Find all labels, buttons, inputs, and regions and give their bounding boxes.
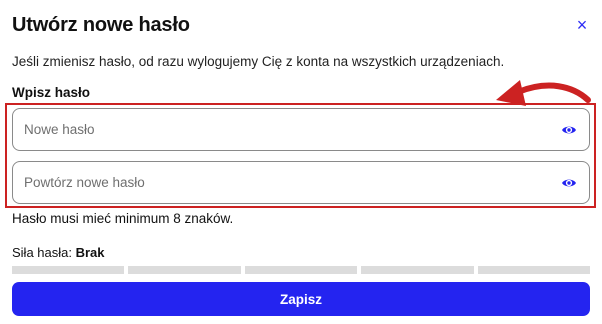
section-label-password: Wpisz hasło xyxy=(12,85,91,100)
eye-icon[interactable] xyxy=(561,175,577,191)
strength-segment xyxy=(477,266,591,274)
save-button[interactable]: Zapisz xyxy=(12,282,590,316)
close-icon[interactable]: × xyxy=(572,14,592,36)
new-password-input[interactable] xyxy=(13,109,543,150)
repeat-password-input[interactable] xyxy=(13,162,543,203)
dialog-description: Jeśli zmienisz hasło, od razu wylogujemy… xyxy=(12,54,505,69)
password-hint: Hasło musi mieć minimum 8 znaków. xyxy=(12,211,234,226)
strength-segment xyxy=(361,266,474,274)
strength-segment xyxy=(12,266,125,274)
repeat-password-field[interactable] xyxy=(12,161,590,204)
strength-segment xyxy=(244,266,358,274)
strength-label: Siła hasła: xyxy=(12,245,72,260)
eye-icon[interactable] xyxy=(561,122,577,138)
new-password-field[interactable] xyxy=(12,108,590,151)
strength-segment xyxy=(128,266,241,274)
strength-value: Brak xyxy=(75,245,105,260)
dialog-title: Utwórz nowe hasło xyxy=(12,14,190,36)
password-strength: Siła hasła: Brak xyxy=(12,245,105,260)
strength-meter xyxy=(12,266,591,274)
